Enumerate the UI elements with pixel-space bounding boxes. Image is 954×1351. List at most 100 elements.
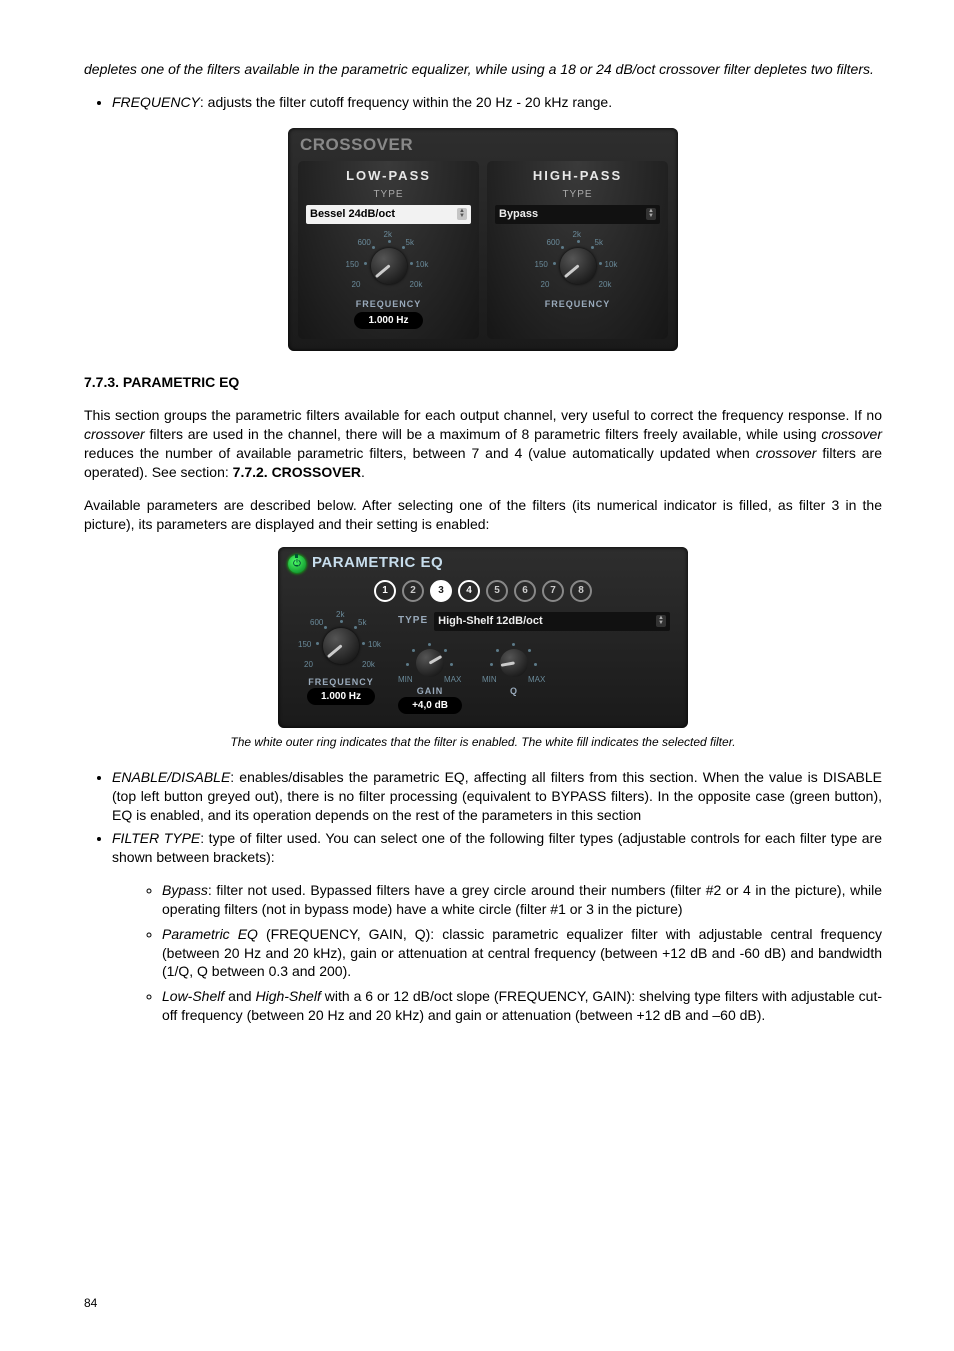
filter-type-label: FILTER TYPE	[112, 830, 200, 846]
sub-shelf: Low-Shelf and High-Shelf with a 6 or 12 …	[162, 987, 882, 1025]
q-col: MIN MAX Q	[482, 641, 546, 715]
freq-label: FREQUENCY	[112, 94, 200, 110]
highpass-type-value: Bypass	[499, 207, 538, 222]
tick-20k: 20k	[410, 280, 423, 291]
peq-right: TYPE High-Shelf 12dB/oct ▲▼ MIN MAX	[398, 612, 670, 714]
q-knob[interactable]	[500, 649, 528, 677]
peq-panel: ⏻ PARAMETRIC EQ 1 2 3 4 5 6 7 8 2k 600 5…	[278, 547, 688, 728]
power-button[interactable]: ⏻	[288, 555, 306, 573]
tick-2k: 2k	[573, 230, 581, 241]
highpass-freq-knob[interactable]	[560, 248, 596, 284]
bullet-enable: ENABLE/DISABLE: enables/disables the par…	[112, 768, 882, 825]
lowpass-freq-value: 1.000 Hz	[354, 312, 422, 330]
power-icon: ⏻	[293, 557, 301, 571]
tick-20k: 20k	[599, 280, 612, 291]
highpass-col: HIGH-PASS TYPE Bypass ▲▼ 2k 600 5k 150 1…	[487, 161, 668, 340]
tick-20: 20	[304, 660, 313, 671]
highpass-type-label: TYPE	[493, 188, 662, 202]
bullet-frequency-list: FREQUENCY: adjusts the filter cutoff fre…	[84, 93, 882, 112]
peq-freq-label: FREQUENCY	[308, 676, 374, 688]
tick-2k: 2k	[336, 610, 344, 621]
peq-type-value: High-Shelf 12dB/oct	[438, 614, 543, 629]
peq-figure: ⏻ PARAMETRIC EQ 1 2 3 4 5 6 7 8 2k 600 5…	[84, 547, 882, 728]
bullet-frequency: FREQUENCY: adjusts the filter cutoff fre…	[112, 93, 882, 112]
tick-20k: 20k	[362, 660, 375, 671]
q-min: MIN	[482, 675, 497, 686]
page: depletes one of the filters available in…	[0, 0, 954, 1351]
spinner-icon[interactable]: ▲▼	[457, 208, 467, 220]
highpass-knob-area: 2k 600 5k 150 10k 20 20k	[493, 232, 662, 310]
tick-600: 600	[547, 238, 560, 249]
filter-6[interactable]: 6	[514, 580, 536, 602]
crossover-figure: CROSSOVER LOW-PASS TYPE Bessel 24dB/oct …	[84, 128, 882, 351]
sub-bypass: Bypass: filter not used. Bypassed filter…	[162, 881, 882, 919]
filter-2[interactable]: 2	[402, 580, 424, 602]
intro-italic: depletes one of the filters available in…	[84, 60, 882, 79]
tick-5k: 5k	[595, 238, 603, 249]
q-max: MAX	[528, 675, 545, 686]
page-number: 84	[84, 1295, 97, 1311]
lowpass-type-value: Bessel 24dB/oct	[310, 207, 395, 222]
parametric-para-1: This section groups the parametric filte…	[84, 406, 882, 482]
gain-col: MIN MAX GAIN	[398, 641, 462, 715]
sub-parametric-eq: Parametric EQ (FREQUENCY, GAIN, Q): clas…	[162, 925, 882, 982]
filter-7[interactable]: 7	[542, 580, 564, 602]
peq-title: PARAMETRIC EQ	[312, 553, 443, 573]
highpass-type-select[interactable]: Bypass ▲▼	[495, 205, 660, 224]
peq-type-row: TYPE High-Shelf 12dB/oct ▲▼	[398, 612, 670, 631]
peq-freq-knob[interactable]	[323, 628, 359, 664]
q-label: Q	[510, 685, 518, 697]
spinner-icon[interactable]: ▲▼	[646, 208, 656, 220]
section-heading: 7.7.3. PARAMETRIC EQ	[84, 373, 882, 392]
peq-type-select[interactable]: High-Shelf 12dB/oct ▲▼	[434, 612, 670, 631]
tick-10k: 10k	[605, 260, 618, 271]
lowpass-head: LOW-PASS	[304, 167, 473, 185]
lowpass-type-label: TYPE	[304, 188, 473, 202]
tick-5k: 5k	[406, 238, 414, 249]
filter-5[interactable]: 5	[486, 580, 508, 602]
tick-5k: 5k	[358, 618, 366, 629]
spinner-icon[interactable]: ▲▼	[656, 615, 666, 627]
filter-selector-row: 1 2 3 4 5 6 7 8	[288, 580, 678, 602]
freq-rest: : adjusts the filter cutoff frequency wi…	[200, 94, 612, 110]
filter-type-rest: : type of filter used. You can select on…	[112, 830, 882, 865]
tick-20: 20	[352, 280, 361, 291]
tick-600: 600	[310, 618, 323, 629]
gain-label: GAIN	[417, 685, 444, 697]
tick-10k: 10k	[416, 260, 429, 271]
lowpass-knob-wrap: 2k 600 5k 150 10k 20 20k	[344, 232, 434, 296]
enable-label: ENABLE/DISABLE	[112, 769, 230, 785]
gain-value: +4,0 dB	[398, 697, 462, 715]
lowpass-knob-area: 2k 600 5k 150 10k 20 20k	[304, 232, 473, 330]
parametric-para-2: Available parameters are described below…	[84, 496, 882, 534]
peq-freq-col: 2k 600 5k 150 10k 20 20k	[296, 612, 386, 706]
tick-150: 150	[346, 260, 359, 271]
highpass-head: HIGH-PASS	[493, 167, 662, 185]
highpass-freq-label: FREQUENCY	[545, 298, 611, 310]
filter-4[interactable]: 4	[458, 580, 480, 602]
filter-1[interactable]: 1	[374, 580, 396, 602]
filter-8[interactable]: 8	[570, 580, 592, 602]
lowpass-freq-knob[interactable]	[371, 248, 407, 284]
lowpass-col: LOW-PASS TYPE Bessel 24dB/oct ▲▼ 2k 600 …	[298, 161, 479, 340]
peq-freq-value: 1.000 Hz	[307, 688, 375, 706]
lowpass-type-select[interactable]: Bessel 24dB/oct ▲▼	[306, 205, 471, 224]
tick-150: 150	[535, 260, 548, 271]
crossover-panel: CROSSOVER LOW-PASS TYPE Bessel 24dB/oct …	[288, 128, 678, 351]
tick-2k: 2k	[384, 230, 392, 241]
tick-20: 20	[541, 280, 550, 291]
filter-3[interactable]: 3	[430, 580, 452, 602]
tick-600: 600	[358, 238, 371, 249]
lowpass-freq-label: FREQUENCY	[356, 298, 422, 310]
gain-min: MIN	[398, 675, 413, 686]
filter-type-sublist: Bypass: filter not used. Bypassed filter…	[112, 881, 882, 1025]
peq-freq-knob-wrap: 2k 600 5k 150 10k 20 20k	[296, 612, 386, 676]
gain-knob[interactable]	[416, 649, 444, 677]
crossover-title: CROSSOVER	[300, 134, 668, 157]
tick-10k: 10k	[368, 640, 381, 651]
param-list: ENABLE/DISABLE: enables/disables the par…	[84, 768, 882, 1025]
highpass-knob-wrap: 2k 600 5k 150 10k 20 20k	[533, 232, 623, 296]
gain-max: MAX	[444, 675, 461, 686]
peq-type-label: TYPE	[398, 614, 428, 628]
bullet-filter-type: FILTER TYPE: type of filter used. You ca…	[112, 829, 882, 1025]
